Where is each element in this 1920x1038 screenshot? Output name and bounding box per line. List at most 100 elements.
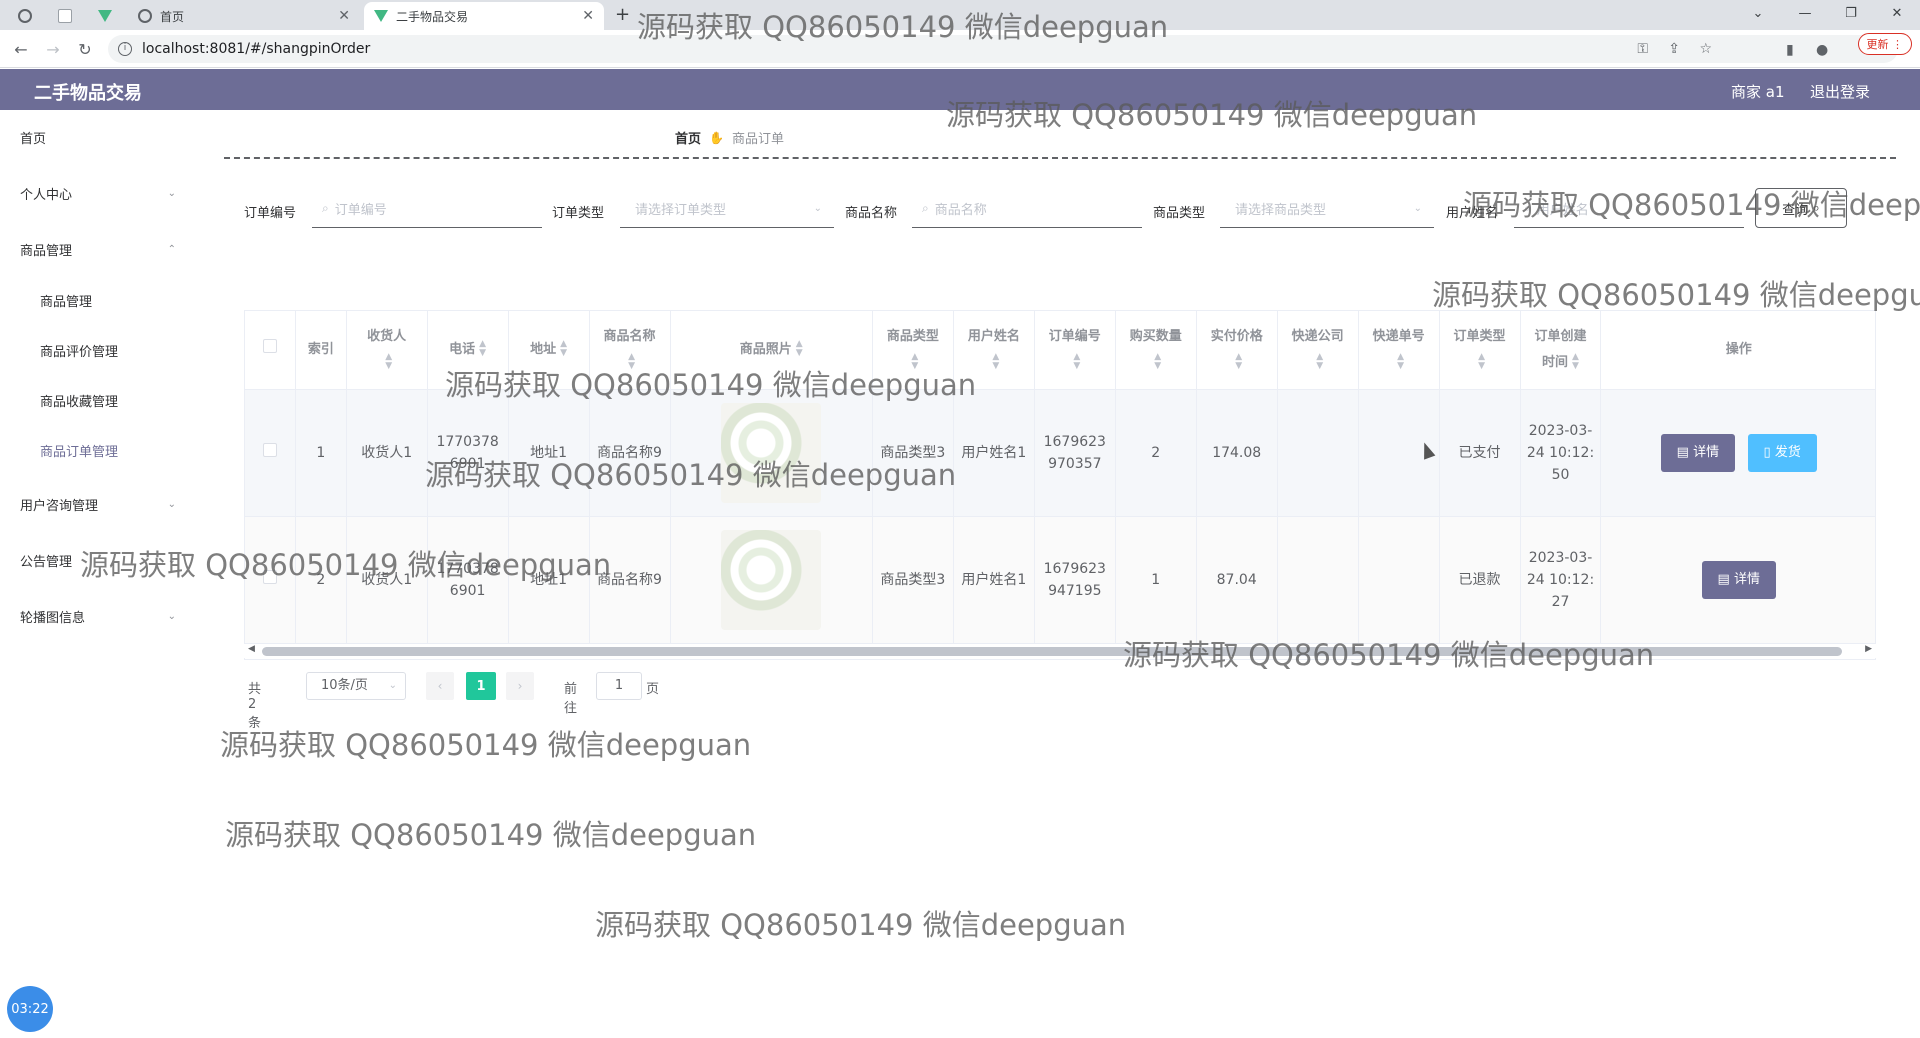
browser-tab-active[interactable]: 二手物品交易 ✕ [364,2,604,30]
sidebar-subitem-goods-review[interactable]: 商品评价管理 [0,330,190,370]
sort-icon[interactable]: ▲ ▼ [1154,353,1161,371]
sort-icon[interactable]: ▲ ▼ [1235,353,1242,371]
scroll-right-icon[interactable]: ▶ [1865,644,1872,654]
sort-icon[interactable]: ▲ ▼ [385,353,392,371]
sort-icon[interactable]: ▲ ▼ [1478,353,1485,371]
new-tab-button[interactable]: + [615,4,630,25]
sidebar-item-home[interactable]: 首页 [0,117,190,157]
book-icon: ▯ [1763,444,1775,460]
sidebar-subitem-goods[interactable]: 商品管理 [0,280,190,320]
prev-page-button[interactable]: ‹ [426,672,454,700]
sort-icon[interactable]: ▲ ▼ [796,340,803,358]
cell-user-name: 用户姓名1 [953,516,1035,644]
next-page-button[interactable]: › [506,672,534,700]
share-icon[interactable]: ⇪ [1668,41,1680,57]
user-name-input[interactable]: ⌕ 用户姓名 [1514,190,1744,228]
header-express-company[interactable]: 快递公司 ▲ ▼ [1277,311,1359,390]
browser-tab-pinned-2[interactable] [50,2,80,30]
sort-icon[interactable]: ▲ ▼ [992,353,999,371]
sidebar-item-consult[interactable]: 用户咨询管理 ⌄ [0,484,190,524]
sort-icon[interactable]: ▲ ▼ [628,353,635,371]
header-goods-name[interactable]: 商品名称 ▲ ▼ [589,311,671,390]
table-row: 1 收货人1 17703786901 地址1 商品名称9 商品类型3 用户姓名1… [245,389,1875,517]
query-button[interactable]: 查询 ⌕ [1755,188,1847,228]
order-type-select[interactable]: 请选择订单类型 ⌄ [620,190,834,228]
cell-goods-name: 商品名称9 [589,516,671,644]
close-icon[interactable]: ✕ [582,8,594,24]
header-phone[interactable]: 电话 ▲ ▼ [427,311,509,390]
scroll-left-icon[interactable]: ◀ [248,644,255,654]
profile-icon[interactable]: ● [1816,42,1828,58]
header-created[interactable]: 订单创建 时间 ▲ ▼ [1520,311,1602,390]
sort-icon[interactable]: ▲ ▼ [560,340,567,358]
chevron-left-icon: ‹ [437,679,443,693]
minimize-icon[interactable]: — [1782,0,1828,26]
select-all-checkbox[interactable] [263,338,278,353]
detail-label: 详情 [1733,571,1760,587]
sidebar-item-goods-management[interactable]: 商品管理 ⌃ [0,229,190,269]
header-receiver-label: 收货人 [367,328,407,344]
sort-icon[interactable]: ▲ ▼ [911,353,918,371]
search-icon: ⌕ [322,201,329,215]
ship-button[interactable]: ▯ 发货 [1747,433,1817,472]
restore-icon[interactable]: ❐ [1828,0,1874,26]
tab-search-icon[interactable]: ⌄ [1735,0,1781,26]
sidebar-subitem-goods-order[interactable]: 商品订单管理 [0,430,190,470]
header-express-no[interactable]: 快递单号 ▲ ▼ [1358,311,1440,390]
breadcrumb-home[interactable]: 首页 [675,128,701,147]
page-size-select[interactable]: 10条/页 ⌄ [306,672,406,700]
goods-name-input[interactable]: ⌕ 商品名称 [912,190,1142,228]
header-quantity[interactable]: 购买数量 ▲ ▼ [1115,311,1197,390]
cell-goods-type: 商品类型3 [872,389,954,517]
cell-goods-type: 商品类型3 [872,516,954,644]
scrollbar-thumb[interactable] [262,647,1842,656]
sidebar-subitem-goods-favorite[interactable]: 商品收藏管理 [0,380,190,420]
cell-actions: ▤ 详情 ▯ 发货 [1600,389,1875,517]
header-address[interactable]: 地址 ▲ ▼ [508,311,590,390]
cell-created: 2023-03-24 10:12:50 [1520,389,1602,517]
browser-tab-pinned-3[interactable] [90,2,120,30]
order-table: 索引 收货人 ▲ ▼ 电话 ▲ ▼ 地址 ▲ ▼ 商品名称 ▲ ▼ 商品照片 ▲ ▼ 商品类型 ▲ ▼ … [244,310,1876,660]
header-order-no[interactable]: 订单编号 ▲ ▼ [1034,311,1116,390]
row-checkbox[interactable] [263,442,278,457]
back-icon[interactable]: ← [10,38,32,60]
header-order-type[interactable]: 订单类型 ▲ ▼ [1439,311,1521,390]
close-icon[interactable]: ✕ [338,8,350,24]
reload-icon[interactable]: ↻ [74,38,96,60]
globe-icon [138,9,152,23]
row-checkbox[interactable] [263,569,278,584]
star-icon[interactable]: ☆ [1699,41,1712,57]
logout-link[interactable]: 退出登录 [1810,81,1870,102]
browser-tab-pinned-1[interactable] [10,2,40,30]
header-goods-photo[interactable]: 商品照片 ▲ ▼ [670,311,873,390]
window-close-icon[interactable]: ✕ [1874,0,1920,26]
address-bar[interactable]: i localhost:8081/#/shangpinOrder ⚿ ⇪ ☆ [108,35,1898,63]
sidepanel-icon[interactable]: ▮ [1786,42,1794,58]
detail-button[interactable]: ▤ 详情 [1701,560,1776,599]
goods-type-select[interactable]: 请选择商品类型 ⌄ [1220,190,1434,228]
sort-icon[interactable]: ▲ ▼ [1073,353,1080,371]
horizontal-scrollbar[interactable]: ◀ ▶ [244,644,1876,658]
order-no-input[interactable]: ⌕ 订单编号 [312,190,542,228]
browser-tab-home[interactable]: 首页 ✕ [128,2,360,30]
header-created-label: 订单创建 [1534,328,1587,344]
sort-icon[interactable]: ▲ ▼ [479,340,486,358]
header-goods-type[interactable]: 商品类型 ▲ ▼ [872,311,954,390]
sort-icon[interactable]: ▲ ▼ [1572,353,1579,371]
page-number-button[interactable]: 1 [466,672,496,700]
forward-icon[interactable]: → [42,38,64,60]
detail-button[interactable]: ▤ 详情 [1660,433,1736,472]
sidebar-item-carousel[interactable]: 轮播图信息 ⌄ [0,596,190,636]
row-select-cell [245,516,297,644]
sidebar-item-notice[interactable]: 公告管理 ⌄ [0,540,190,580]
header-receiver[interactable]: 收货人 ▲ ▼ [346,311,428,390]
clock-badge: 03:22 [7,986,53,1032]
goto-page-input[interactable]: 1 [596,672,642,700]
header-price[interactable]: 实付价格 ▲ ▼ [1196,311,1278,390]
info-icon[interactable]: i [118,42,132,56]
sort-icon[interactable]: ▲ ▼ [1397,353,1404,371]
header-user-name[interactable]: 用户姓名 ▲ ▼ [953,311,1035,390]
update-button[interactable]: 更新 ⋮ [1857,33,1912,55]
key-icon[interactable]: ⚿ [1637,41,1648,57]
sort-icon[interactable]: ▲ ▼ [1316,353,1323,371]
